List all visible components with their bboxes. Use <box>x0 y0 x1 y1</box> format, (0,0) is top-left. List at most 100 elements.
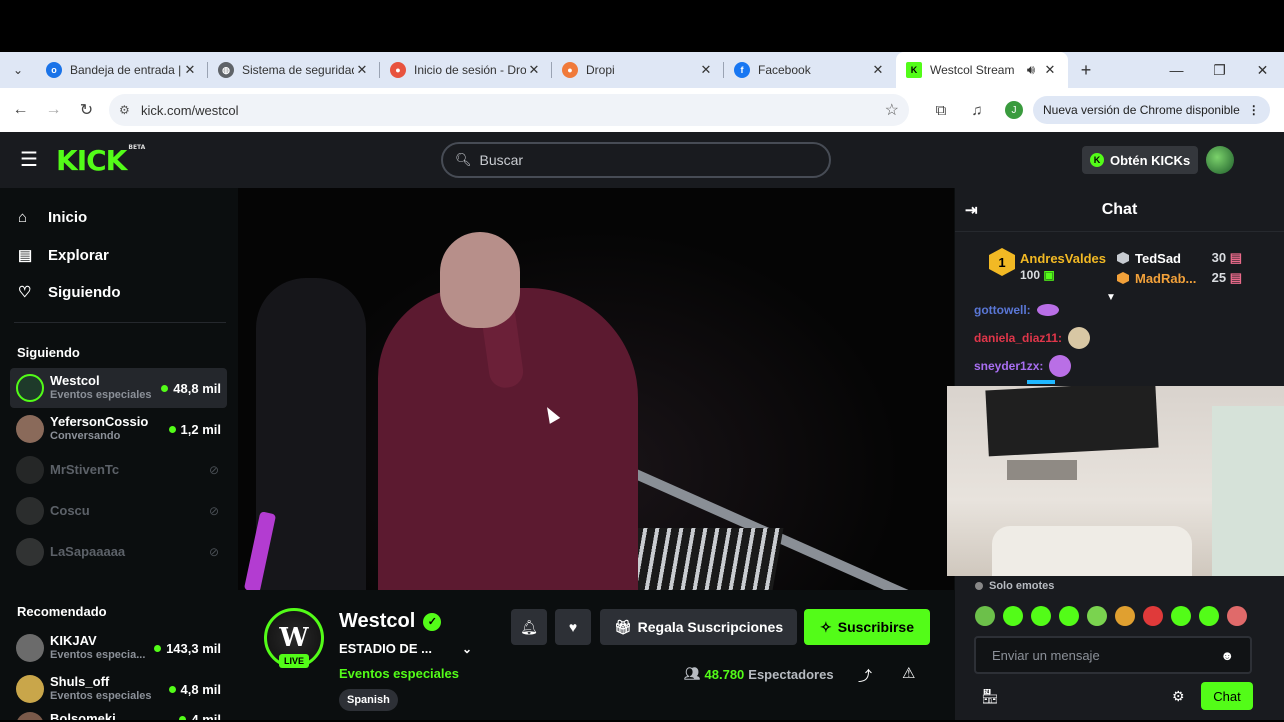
close-icon[interactable]: ✕ <box>526 62 542 78</box>
site-info-icon[interactable]: ⚙︎ <box>119 103 141 117</box>
new-tab-button[interactable]: + <box>1068 60 1104 81</box>
media-controls-icon[interactable]: ♫ <box>959 102 995 119</box>
channel-coscu[interactable]: Coscu ⊘ <box>10 491 227 531</box>
leaderboard-entry[interactable]: TedSad 30 ▤ <box>1117 250 1242 266</box>
emote-icon[interactable] <box>1003 606 1023 626</box>
profile-avatar[interactable]: J <box>1005 101 1023 119</box>
chat-username[interactable]: gottowell: <box>974 303 1031 317</box>
video-performer-head <box>440 232 520 328</box>
url-text[interactable]: kick.com/westcol <box>141 103 885 118</box>
chat-username[interactable]: sneyder1zx: <box>974 359 1043 373</box>
channel-lasapaaaaa[interactable]: LaSapaaaaa ⊘ <box>10 532 227 572</box>
hamburger-menu-icon[interactable]: ☰ <box>20 150 40 170</box>
sparkle-icon: ✧ <box>820 618 832 635</box>
leaderboard-top-name[interactable]: AndresValdes <box>1020 251 1106 266</box>
gift-label: Regala Suscripciones <box>637 619 784 635</box>
expand-leaderboard-icon[interactable]: ▼ <box>1106 292 1116 303</box>
close-icon[interactable]: ✕ <box>182 62 198 78</box>
emote-icon[interactable] <box>975 606 995 626</box>
stream-title[interactable]: ESTADIO DE ... ⌄ <box>339 641 472 656</box>
notification-bell-button[interactable]: 🔔︎ <box>511 609 547 645</box>
sidebar-item-explorar[interactable]: ▤ Explorar <box>18 246 109 265</box>
user-avatar[interactable] <box>1206 146 1234 174</box>
channel-yefersoncossio[interactable]: YefersonCossio Conversando 1,2 mil <box>10 409 227 449</box>
facebook-icon: f <box>734 62 750 78</box>
follow-heart-button[interactable]: ♥ <box>555 609 591 645</box>
browser-tab-dropi-login[interactable]: ● Inicio de sesión - Dro ✕ <box>380 52 552 88</box>
chrome-update-button[interactable]: Nueva versión de Chrome disponible ⋮ <box>1033 96 1270 124</box>
live-dot-icon <box>154 644 162 652</box>
tab-title: Bandeja de entrada | <box>70 63 182 77</box>
emote-icon[interactable] <box>1059 606 1079 626</box>
channel-kikjav[interactable]: KIKJAV Eventos especia... 143,3 mil <box>10 628 227 668</box>
stream-category-link[interactable]: Eventos especiales <box>339 666 459 681</box>
browser-tab-westcol[interactable]: K Westcol Stream 🔊︎ ✕ <box>896 52 1068 88</box>
back-icon[interactable]: ← <box>4 101 37 119</box>
sidebar-item-inicio[interactable]: ⌂ Inicio <box>18 209 87 226</box>
streamer-name[interactable]: Westcol ✓ <box>339 610 442 633</box>
reload-icon[interactable]: ↻ <box>70 100 103 120</box>
address-bar[interactable]: ⚙︎ kick.com/westcol ☆ <box>109 94 909 126</box>
emote-icon[interactable] <box>1087 606 1107 626</box>
chat-header: ⇥ Chat <box>955 188 1284 232</box>
subscribe-button[interactable]: ✧ Suscribirse <box>804 609 930 645</box>
emote-icon[interactable] <box>1227 606 1247 626</box>
chat-send-button[interactable]: Chat <box>1201 682 1253 710</box>
chevron-down-icon[interactable]: ⌄ <box>462 642 472 656</box>
bell-icon: 🔔︎ <box>520 618 538 635</box>
chat-message: daniela_diaz11: <box>974 327 1091 349</box>
channel-shuls-off[interactable]: Shuls_off Eventos especiales 4,8 mil <box>10 669 227 709</box>
channel-westcol[interactable]: Westcol Eventos especiales 48,8 mil <box>10 368 227 408</box>
emoji-picker-icon[interactable]: ☻ <box>1220 648 1234 663</box>
search-placeholder: Buscar <box>479 152 524 168</box>
avatar <box>16 538 44 566</box>
close-icon[interactable]: ✕ <box>354 62 370 78</box>
close-icon[interactable]: ✕ <box>698 62 714 78</box>
emote-icon <box>1068 327 1091 349</box>
chat-username[interactable]: daniela_diaz11: <box>974 331 1062 345</box>
tab-title: Dropi <box>586 63 615 77</box>
kick-logo[interactable]: KICK BETA <box>56 144 145 177</box>
channel-bolsomeki[interactable]: Bolsomeki 4 mil <box>10 710 227 720</box>
emote-icon[interactable] <box>1171 606 1191 626</box>
browser-tab-facebook[interactable]: f Facebook ✕ <box>724 52 896 88</box>
report-warning-icon[interactable]: ⚠ <box>902 664 915 682</box>
sidebar-item-siguiendo[interactable]: ♡ Siguiendo <box>18 283 121 302</box>
close-window-icon[interactable]: ✕ <box>1241 62 1284 79</box>
restore-icon[interactable]: ❐ <box>1198 62 1241 79</box>
speaker-icon[interactable]: 🔊︎ <box>1020 62 1042 78</box>
bookmark-star-icon[interactable]: ☆ <box>885 100 899 120</box>
minimize-icon[interactable]: — <box>1155 62 1198 79</box>
gift-icon: ▣ <box>1043 268 1055 282</box>
close-icon[interactable]: ✕ <box>1042 62 1058 78</box>
gift-subs-button[interactable]: 🎁︎ Regala Suscripciones <box>600 609 797 645</box>
forward-icon[interactable]: → <box>37 101 70 119</box>
live-dot-icon <box>168 685 176 693</box>
video-player[interactable] <box>238 188 954 590</box>
chat-store-icon[interactable]: 🏪︎ <box>981 688 999 705</box>
leaderboard-entry[interactable]: MadRab... 25 ▤ <box>1117 270 1242 286</box>
streamer-name-text: Westcol <box>339 610 416 632</box>
menu-dots-icon[interactable]: ⋮ <box>1248 103 1260 117</box>
emote-icon[interactable] <box>1199 606 1219 626</box>
close-icon[interactable]: ✕ <box>870 62 886 78</box>
browser-toolbar: ← → ↻ ⚙︎ kick.com/westcol ☆ ⧉ ♫ J Nueva … <box>0 88 1284 132</box>
search-input[interactable]: 🔍︎ Buscar <box>441 142 831 178</box>
channel-mrstiventc[interactable]: MrStivenTc ⊘ <box>10 450 227 490</box>
browser-tab-dropi[interactable]: ● Dropi ✕ <box>552 52 724 88</box>
tab-search-button[interactable]: ⌄ <box>0 52 36 88</box>
language-tag[interactable]: Spanish <box>339 689 398 711</box>
emote-icon[interactable] <box>1143 606 1163 626</box>
emote-icon[interactable] <box>1031 606 1051 626</box>
channel-name: MrStivenTc <box>50 462 120 477</box>
browser-tab-outlook[interactable]: o Bandeja de entrada | ✕ <box>36 52 208 88</box>
emote-icon[interactable] <box>1115 606 1135 626</box>
chat-settings-icon[interactable]: ⚙ <box>1172 688 1185 705</box>
chat-message-input[interactable]: Enviar un mensaje ☻ <box>974 636 1252 674</box>
collapse-chat-icon[interactable]: ⇥ <box>965 201 978 219</box>
browser-tab-security[interactable]: ◍ Sistema de seguridad ✕ <box>208 52 380 88</box>
extensions-icon[interactable]: ⧉ <box>923 102 959 119</box>
tab-title: Inicio de sesión - Dro <box>414 63 526 77</box>
share-icon[interactable]: ⤴ <box>858 666 872 686</box>
get-kicks-button[interactable]: K Obtén KICKs <box>1082 146 1199 174</box>
